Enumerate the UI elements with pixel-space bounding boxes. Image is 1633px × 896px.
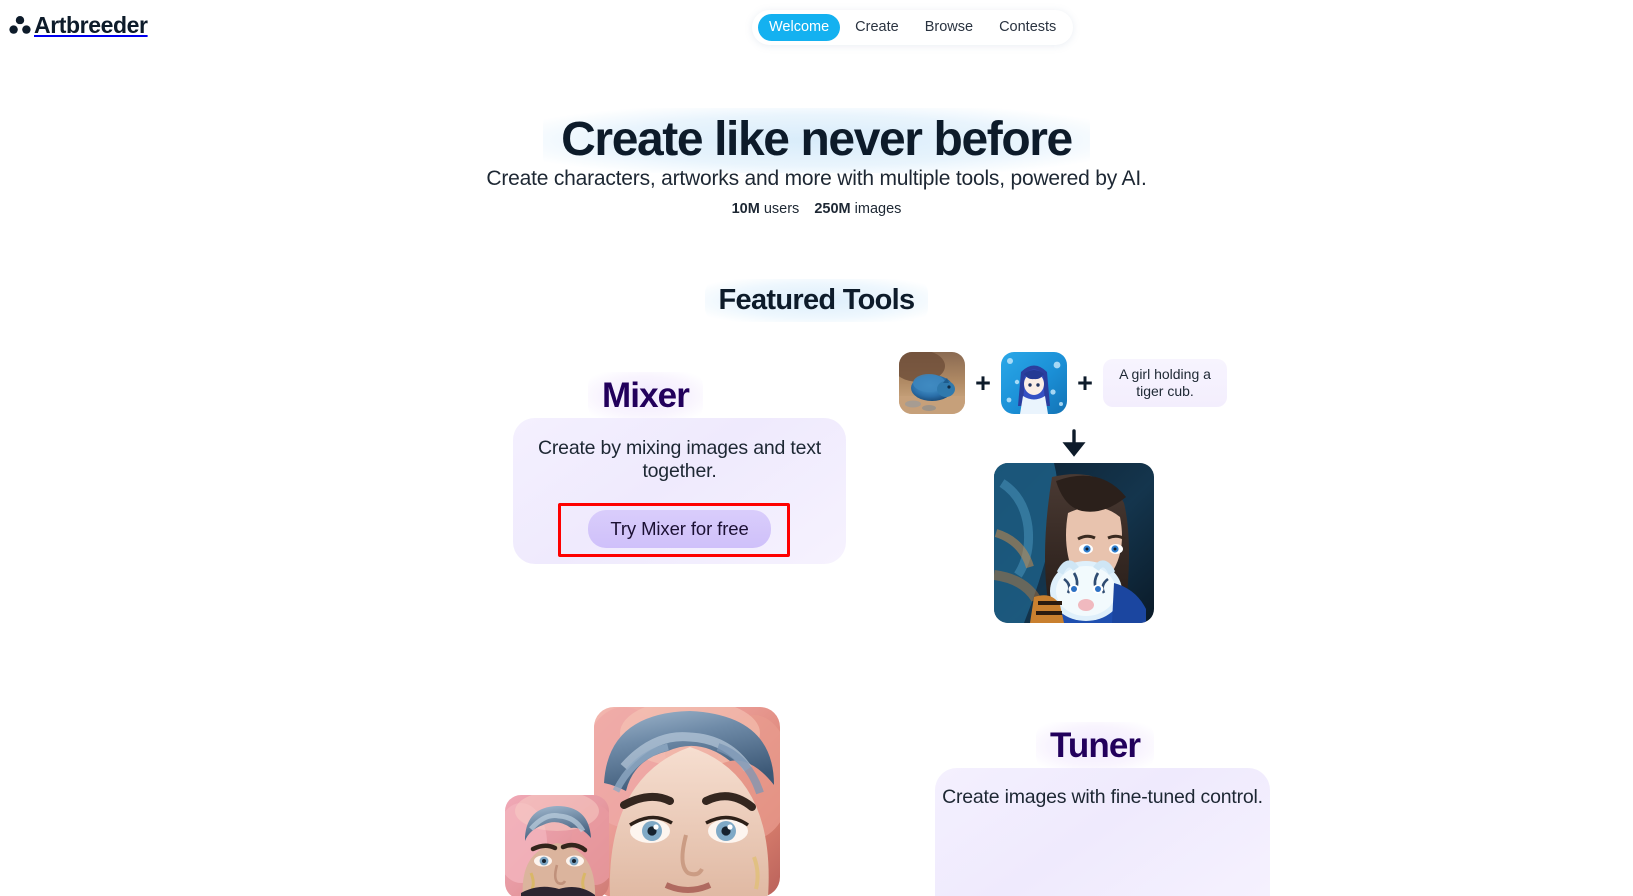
tuner-description: Create images with fine-tuned control.	[942, 786, 1263, 808]
page-title: Create like never before	[543, 108, 1090, 173]
main-navigation: Welcome Create Browse Contests	[752, 10, 1074, 45]
stat-users-count: 10M	[731, 201, 760, 217]
plus-icon-2: +	[1077, 367, 1093, 398]
stat-images-label: images	[854, 201, 902, 217]
featured-tools-container: Featured Tools	[0, 279, 1633, 322]
stat-images-count: 250M	[814, 201, 851, 217]
try-mixer-for-free-button[interactable]: Try Mixer for free	[588, 510, 771, 548]
mixer-heading: Mixer	[588, 372, 703, 420]
featured-tools-heading: Featured Tools	[704, 279, 929, 322]
brand-logo[interactable]: Artbreeder	[8, 10, 148, 40]
nav-item-welcome[interactable]: Welcome	[758, 14, 841, 41]
page-root: Artbreeder Welcome Create Browse Contest…	[0, 0, 1633, 896]
tuner-heading: Tuner	[1036, 722, 1155, 770]
plus-icon-1: +	[975, 367, 991, 398]
tuner-card: Create images with fine-tuned control.	[935, 768, 1270, 896]
hero-subtitle: Create characters, artworks and more wit…	[486, 167, 1147, 190]
mixer-description: Create by mixing images and text togethe…	[538, 437, 821, 483]
mixer-result-image[interactable]	[994, 463, 1154, 623]
arrow-down-icon	[1060, 429, 1088, 457]
hero-title-container: Create like never before	[0, 108, 1633, 173]
mixer-prompt-text[interactable]: A girl holding a tiger cub.	[1103, 359, 1227, 407]
mixer-input-thumbnail-2[interactable]	[1001, 352, 1067, 414]
mixer-card: Create by mixing images and text togethe…	[513, 418, 846, 564]
artbreeder-molecule-icon	[8, 13, 32, 37]
nav-item-browse[interactable]: Browse	[914, 14, 984, 41]
tuner-source-image-small[interactable]	[505, 795, 609, 896]
stat-users-label: users	[763, 201, 800, 217]
mixer-input-thumbnail-1[interactable]	[899, 352, 965, 414]
nav-item-create[interactable]: Create	[844, 14, 910, 41]
mixer-cta-container: Try Mixer for free	[513, 510, 846, 548]
mixer-demo-inputs: + + A girl holding a tiger cub.	[899, 352, 1227, 414]
hero-stats: 10M users 250M images	[0, 201, 1633, 217]
nav-item-contests[interactable]: Contests	[988, 14, 1067, 41]
tuner-result-image-large[interactable]	[594, 707, 780, 896]
brand-name: Artbreeder	[34, 11, 148, 38]
